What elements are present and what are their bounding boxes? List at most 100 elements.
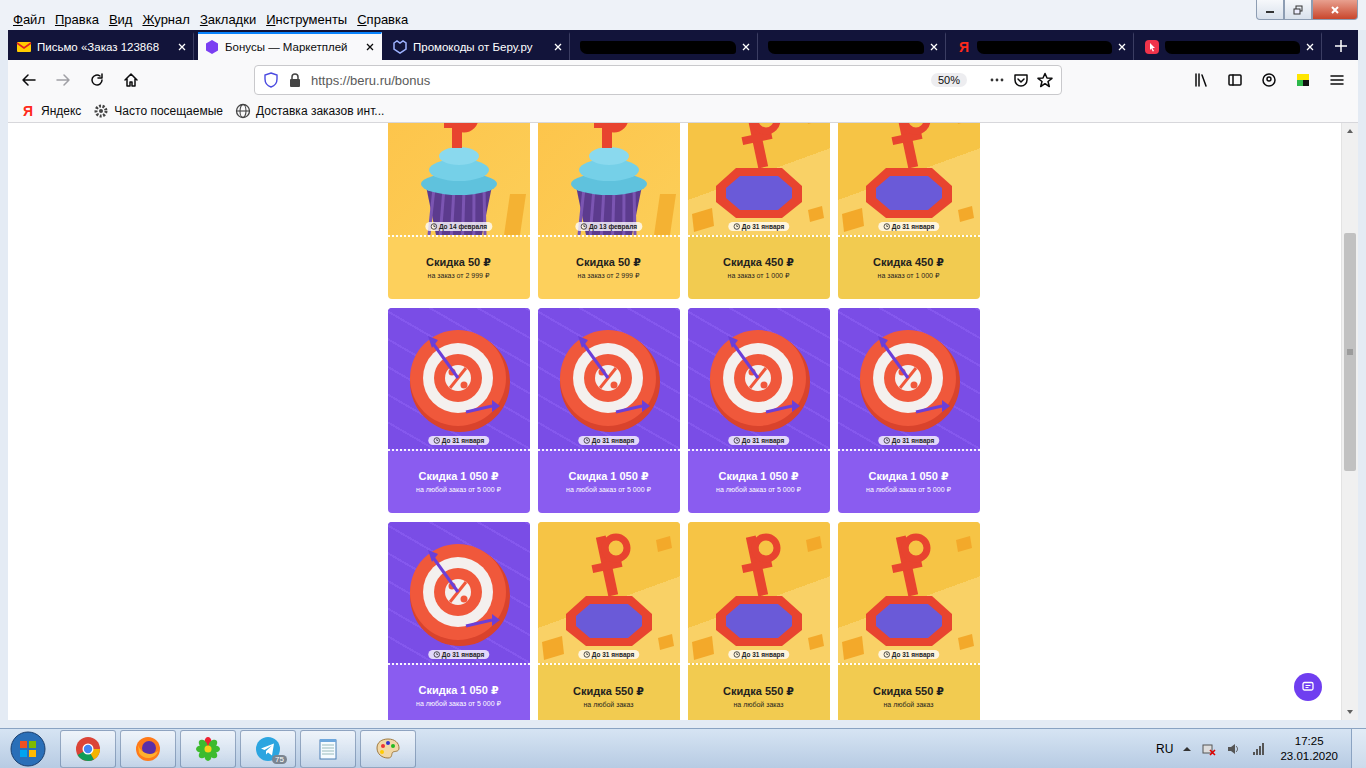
signal-icon[interactable] (1251, 741, 1267, 757)
card-title: Скидка 50 ₽ (576, 256, 641, 269)
tab[interactable]: Бонусы — Маркетплей (198, 32, 382, 60)
menu-item[interactable]: Справка (352, 12, 413, 27)
coupon-card[interactable]: До 31 январяСкидка 1 050 ₽на любой заказ… (688, 308, 830, 513)
scroll-track (1342, 139, 1358, 704)
card-title: Скидка 450 ₽ (723, 256, 794, 269)
scroll-thumb[interactable] (1344, 233, 1356, 470)
taskbar-app[interactable] (60, 730, 116, 768)
network-icon[interactable] (1201, 741, 1217, 757)
back-button[interactable] (14, 65, 44, 95)
tab[interactable] (762, 32, 946, 60)
coupon-card[interactable]: До 14 февраляСкидка 50 ₽на заказ от 2 99… (388, 123, 530, 299)
show-desktop-button[interactable] (1351, 729, 1366, 768)
menu-item[interactable]: Журнал (137, 12, 194, 27)
close-tab-icon[interactable] (929, 42, 939, 52)
forward-icon[interactable] (55, 72, 71, 88)
bookmark[interactable]: Часто посещаемые (93, 103, 223, 119)
close-tab-icon[interactable] (177, 42, 187, 52)
tab[interactable] (574, 32, 758, 60)
new-tab-button[interactable] (1326, 32, 1356, 60)
minimize-button[interactable] (1256, 0, 1284, 20)
coupon-card[interactable]: До 31 январяСкидка 1 050 ₽на любой заказ… (838, 308, 980, 513)
tab[interactable]: Я (950, 32, 1134, 60)
close-button[interactable] (1312, 0, 1358, 20)
coupon-card[interactable]: До 31 январяСкидка 1 050 ₽на любой заказ… (388, 308, 530, 513)
home-button[interactable] (116, 65, 146, 95)
taskbar-app[interactable] (120, 730, 176, 768)
menu-button[interactable] (1322, 65, 1352, 95)
menu-item[interactable]: Правка (50, 12, 104, 27)
speaker-icon[interactable] (1226, 741, 1242, 757)
coupon-card[interactable]: До 31 январяСкидка 450 ₽на заказ от 1 00… (838, 123, 980, 299)
extension-button[interactable] (1288, 65, 1318, 95)
scroll-down[interactable] (1342, 704, 1358, 720)
library-icon[interactable] (1193, 72, 1209, 88)
scroll-up[interactable] (1342, 123, 1358, 139)
sidebar-icon[interactable] (1227, 72, 1243, 88)
restore-button[interactable] (1284, 0, 1312, 20)
more-icon[interactable] (989, 72, 1005, 88)
card-body: Скидка 550 ₽на любой заказ (538, 665, 680, 720)
close-tab-icon[interactable] (1305, 42, 1315, 52)
coupon-card[interactable]: До 13 февраляСкидка 50 ₽на заказ от 2 99… (538, 123, 680, 299)
pocket-icon[interactable] (1013, 72, 1029, 88)
star-icon[interactable] (1037, 72, 1053, 88)
scrollbar[interactable] (1341, 123, 1358, 720)
taskbar-app[interactable]: 75 (240, 730, 296, 768)
chat-button[interactable] (1294, 673, 1322, 701)
home-icon[interactable] (123, 72, 139, 88)
address-bar[interactable]: https://beru.ru/bonus50% (254, 65, 1062, 95)
coupon-card[interactable]: До 31 январяСкидка 1 050 ₽на любой заказ… (538, 308, 680, 513)
tab[interactable]: Письмо «Заказ 123868 (10, 32, 194, 60)
expiry-badge: До 31 января (578, 650, 639, 659)
close-tab-icon[interactable] (741, 42, 751, 52)
close-tab-icon[interactable] (365, 42, 375, 52)
menu-item[interactable]: Файл (8, 12, 50, 27)
icq-icon[interactable] (195, 736, 221, 762)
sidebar-button[interactable] (1220, 65, 1250, 95)
bookmark[interactable]: ЯЯндекс (20, 103, 81, 119)
windows-icon[interactable] (10, 731, 46, 767)
paint-icon[interactable] (375, 736, 401, 762)
back-icon[interactable] (21, 72, 37, 88)
account-icon[interactable] (1261, 72, 1277, 88)
arrow-up-icon[interactable] (1346, 127, 1354, 135)
menu-item[interactable]: Вид (104, 12, 138, 27)
plus-icon[interactable] (1334, 39, 1348, 53)
bookmark[interactable]: Доставка заказов инт... (235, 103, 384, 119)
firefox-icon[interactable] (135, 736, 161, 762)
minimize-icon[interactable] (1265, 5, 1275, 15)
start-button[interactable] (0, 729, 56, 768)
close-tab-icon[interactable] (1117, 42, 1127, 52)
coupon-card[interactable]: До 31 январяСкидка 550 ₽на любой заказ (688, 522, 830, 720)
clock[interactable]: 17:2523.01.2020 (1276, 734, 1342, 764)
forward-button[interactable] (48, 65, 78, 95)
zoom-indicator[interactable]: 50% (931, 73, 967, 87)
close-icon[interactable] (1330, 5, 1340, 15)
taskbar-app[interactable] (300, 730, 356, 768)
chrome-icon[interactable] (75, 736, 101, 762)
taskbar-app[interactable] (180, 730, 236, 768)
menu-item[interactable]: Закладки (195, 12, 261, 27)
account-button[interactable] (1254, 65, 1284, 95)
coupon-card[interactable]: До 31 январяСкидка 450 ₽на заказ от 1 00… (688, 123, 830, 299)
library-button[interactable] (1186, 65, 1216, 95)
coupon-card[interactable]: До 31 январяСкидка 550 ₽на любой заказ (838, 522, 980, 720)
hamburger-icon[interactable] (1329, 72, 1345, 88)
menu-item[interactable]: Инструменты (261, 12, 352, 27)
tray-arrow-icon[interactable] (1182, 744, 1192, 754)
reload-button[interactable] (82, 65, 112, 95)
restore-icon[interactable] (1293, 5, 1303, 15)
extension-icon[interactable] (1295, 72, 1311, 88)
notepad-icon[interactable] (315, 736, 341, 762)
arrow-down-icon[interactable] (1346, 708, 1354, 716)
coupon-card[interactable]: До 31 январяСкидка 1 050 ₽на любой заказ… (388, 522, 530, 720)
taskbar-app[interactable] (360, 730, 416, 768)
target-icon (538, 308, 680, 449)
tab[interactable] (1138, 32, 1322, 60)
reload-icon[interactable] (89, 72, 105, 88)
tab[interactable]: Промокоды от Беру.ру (386, 32, 570, 60)
coupon-card[interactable]: До 31 января Скидка 550 ₽на любой заказ (538, 522, 680, 720)
close-tab-icon[interactable] (553, 42, 563, 52)
language-indicator[interactable]: RU (1156, 742, 1173, 756)
